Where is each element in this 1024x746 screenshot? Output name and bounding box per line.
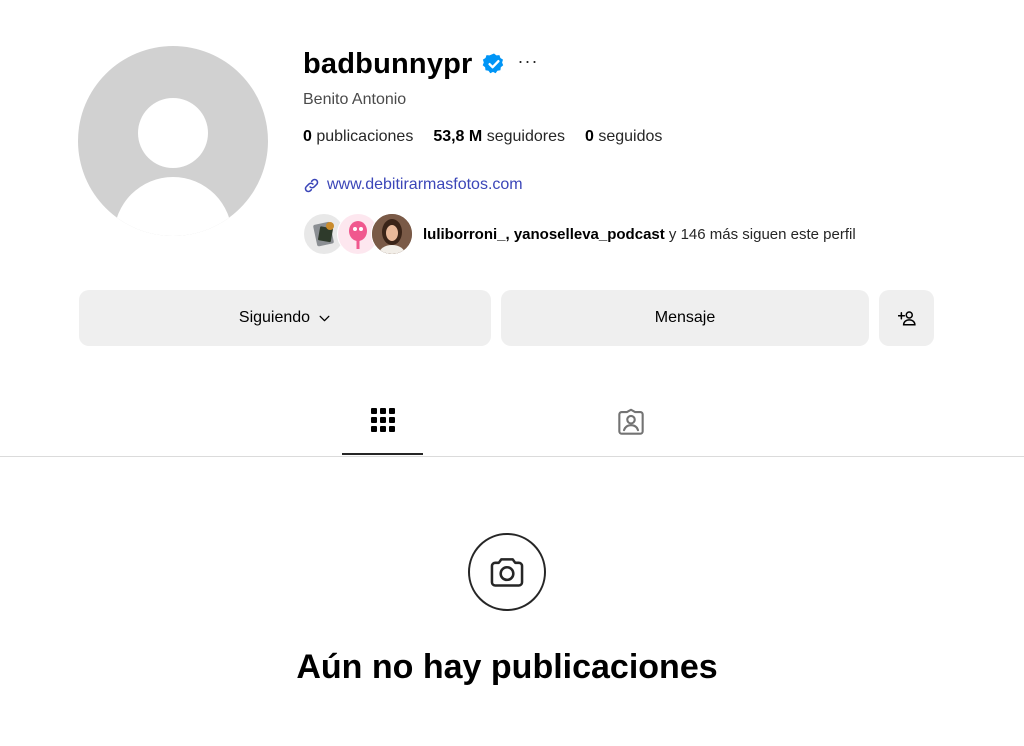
- tabs-divider: [0, 456, 1024, 457]
- grid-icon: [371, 408, 395, 432]
- followed-by-suffix: y 146 más siguen este perfil: [664, 225, 856, 243]
- username-row: badbunnypr ···: [303, 44, 539, 84]
- posts-count-value: 0: [303, 128, 312, 145]
- active-tab-indicator: [342, 453, 423, 455]
- tagged-icon: [618, 408, 644, 435]
- followers-count[interactable]: 53,8 M seguidores: [433, 128, 565, 146]
- following-count-label: seguidos: [598, 128, 663, 145]
- camera-icon: [490, 558, 524, 587]
- link-icon: [304, 178, 319, 192]
- chevron-down-icon: [319, 315, 330, 321]
- follower-avatar-3: [371, 213, 413, 255]
- followers-count-label: seguidores: [486, 128, 565, 145]
- posts-count-label: publicaciones: [316, 128, 414, 145]
- verified-badge-icon: [482, 52, 506, 76]
- empty-state-title: Aún no hay publicaciones: [296, 648, 718, 686]
- add-person-icon: [897, 311, 916, 326]
- following-button-label: Siguiendo: [238, 309, 311, 326]
- tab-tagged[interactable]: [617, 408, 645, 441]
- following-count[interactable]: 0 seguidos: [585, 128, 662, 146]
- followed-by-avatars: [303, 213, 415, 255]
- avatar-placeholder-head: [138, 98, 208, 168]
- profile-link-text: www.debitirarmasfotos.com: [327, 176, 523, 193]
- following-count-value: 0: [584, 128, 594, 145]
- followed-by-text: luliborroni_, yanoselleva_podcast y 146 …: [423, 226, 856, 243]
- profile-stats: 0 publicaciones 53,8 M seguidores 0 segu…: [303, 128, 682, 146]
- following-button[interactable]: Siguiendo: [79, 290, 491, 346]
- username: badbunnypr: [303, 47, 473, 80]
- followed-by-row[interactable]: luliborroni_, yanoselleva_podcast y 146 …: [303, 213, 856, 255]
- profile-link[interactable]: www.debitirarmasfotos.com: [303, 176, 523, 194]
- message-button-label: Mensaje: [654, 309, 716, 326]
- message-button[interactable]: Mensaje: [501, 290, 869, 346]
- posts-count: 0 publicaciones: [303, 128, 413, 146]
- more-options-button[interactable]: ···: [518, 52, 539, 70]
- empty-state-camera: [468, 533, 546, 611]
- suggest-accounts-button[interactable]: [879, 290, 934, 346]
- followers-count-value: 53,8 M: [433, 128, 483, 145]
- full-name: Benito Antonio: [303, 91, 407, 108]
- tab-posts[interactable]: [371, 408, 395, 437]
- avatar-placeholder-body: [114, 177, 232, 236]
- followed-by-names: luliborroni_, yanoselleva_podcast: [423, 225, 665, 243]
- profile-avatar[interactable]: [78, 46, 268, 236]
